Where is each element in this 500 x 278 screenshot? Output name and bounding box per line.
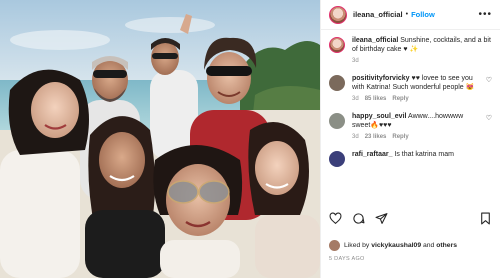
- comment-username[interactable]: positivityforvicky: [352, 75, 410, 82]
- comment-like-icon[interactable]: ♡: [486, 114, 492, 122]
- comment-username[interactable]: happy_soul_evil: [352, 113, 406, 120]
- share-send-icon[interactable]: [375, 212, 388, 225]
- author-avatar[interactable]: [329, 5, 347, 24]
- save-bookmark-icon[interactable]: [479, 212, 492, 225]
- comment-item: rafi_raftaar_ Is that katrina mam: [329, 150, 492, 167]
- comment-likes[interactable]: 85 likes: [365, 96, 387, 102]
- caption: ileana_official Sunshine, cocktails, and…: [329, 36, 492, 64]
- commenter-avatar[interactable]: [329, 75, 345, 91]
- reply-button[interactable]: Reply: [392, 96, 408, 102]
- likes-prefix: Liked by: [344, 242, 370, 249]
- author-username[interactable]: ileana_official: [353, 10, 403, 19]
- comment-text: Is that katrina mam: [394, 151, 454, 158]
- comment-item: positivityforvicky ♥♥ lovee to see you w…: [329, 74, 492, 102]
- comment-username[interactable]: rafi_raftaar_: [352, 151, 392, 158]
- comment-bubble-icon[interactable]: [352, 212, 365, 225]
- caption-avatar[interactable]: [329, 37, 345, 53]
- commenter-avatar[interactable]: [329, 113, 345, 129]
- follow-button[interactable]: Follow: [411, 10, 435, 19]
- comment-age[interactable]: 3d: [352, 134, 359, 140]
- comment-like-icon[interactable]: ♡: [486, 76, 492, 84]
- reply-button[interactable]: Reply: [392, 134, 408, 140]
- comments-list: ileana_official Sunshine, cocktails, and…: [321, 30, 500, 167]
- likes-and: and: [423, 242, 435, 249]
- comment-likes[interactable]: 23 likes: [365, 134, 387, 140]
- comment-age[interactable]: 3d: [352, 96, 359, 102]
- more-options-icon[interactable]: •••: [478, 9, 492, 20]
- post-photo[interactable]: [0, 0, 320, 278]
- caption-age[interactable]: 3d: [352, 58, 359, 64]
- post-header: ileana_official • Follow •••: [321, 0, 500, 30]
- likes-others-link[interactable]: others: [436, 242, 457, 249]
- liker-avatar[interactable]: [329, 240, 340, 251]
- caption-username[interactable]: ileana_official: [352, 37, 398, 44]
- commenter-avatar[interactable]: [329, 151, 345, 167]
- liker-username[interactable]: vickykaushal09: [371, 242, 421, 249]
- comment-item: happy_soul_evil Awww....howwww sweet🔥♥♥♥…: [329, 112, 492, 140]
- likes-summary: Liked by vickykaushal09 and others: [329, 240, 457, 251]
- group-selfie-image: [0, 0, 320, 278]
- action-bar: [329, 212, 492, 225]
- instagram-post: ileana_official • Follow ••• ileana_offi…: [0, 0, 500, 278]
- header-separator: •: [405, 11, 409, 18]
- post-side-panel: ileana_official • Follow ••• ileana_offi…: [320, 0, 500, 278]
- post-date[interactable]: 5 DAYS AGO: [329, 256, 365, 262]
- like-heart-icon[interactable]: [329, 212, 342, 225]
